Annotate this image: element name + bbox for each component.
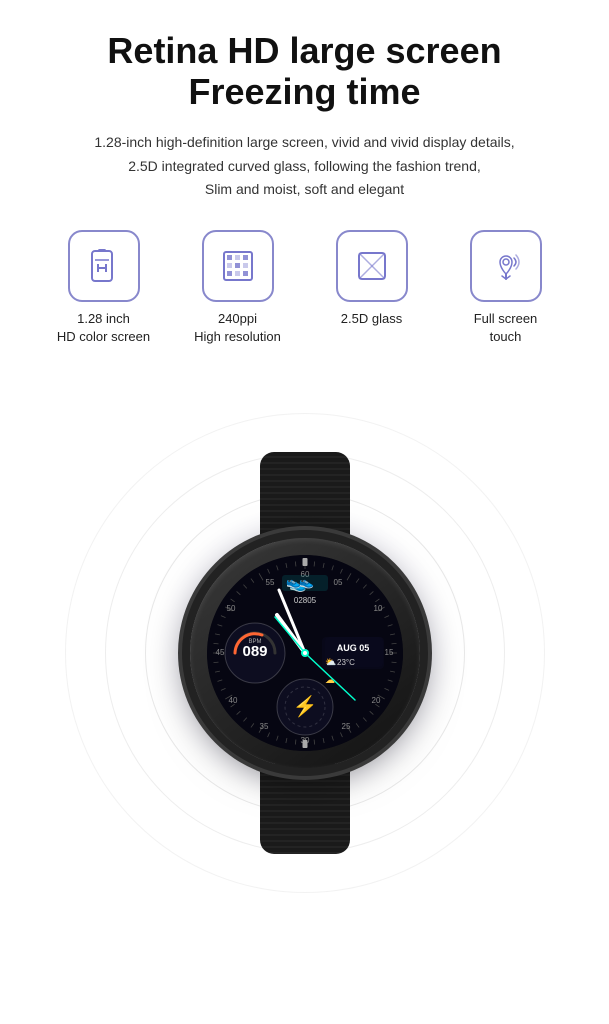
svg-text:25: 25 bbox=[341, 722, 350, 731]
svg-text:⛅: ⛅ bbox=[325, 657, 336, 667]
feature-label-hd-screen: 1.28 inch HD color screen bbox=[57, 310, 150, 346]
title-line2: Freezing time bbox=[188, 71, 420, 112]
watch-section: 👟 ☁ bbox=[20, 383, 589, 923]
svg-text:35: 35 bbox=[259, 722, 268, 731]
feature-label-glass: 2.5D glass bbox=[341, 310, 402, 328]
watch-face: 👟 ☁ bbox=[207, 555, 403, 751]
svg-text:02805: 02805 bbox=[293, 596, 316, 605]
diamond-glass-icon bbox=[352, 246, 392, 286]
ticks-detail-svg: 60 05 10 15 20 25 30 35 40 45 50 55 bbox=[207, 555, 403, 751]
feature-high-res: 240ppi High resolution bbox=[183, 230, 293, 346]
feature-touch: Full screen touch bbox=[451, 230, 561, 346]
watch-screen: 👟 ☁ bbox=[207, 555, 403, 751]
features-row: 1.28 inch HD color screen bbox=[20, 230, 589, 346]
battery-screen-icon bbox=[84, 246, 124, 286]
svg-text:23°C: 23°C bbox=[337, 658, 355, 667]
grid-pattern-icon bbox=[218, 246, 258, 286]
svg-text:👟: 👟 bbox=[299, 575, 314, 589]
svg-text:20: 20 bbox=[371, 696, 380, 705]
title-line1: Retina HD large screen bbox=[107, 30, 501, 71]
svg-text:45: 45 bbox=[215, 648, 224, 657]
strap-bottom bbox=[260, 764, 350, 854]
feature-icon-touch bbox=[470, 230, 542, 302]
feature-glass: 2.5D glass bbox=[317, 230, 427, 328]
svg-text:089: 089 bbox=[242, 643, 267, 660]
svg-text:40: 40 bbox=[228, 696, 237, 705]
feature-label-high-res: 240ppi High resolution bbox=[194, 310, 281, 346]
feature-icon-glass bbox=[336, 230, 408, 302]
svg-text:55: 55 bbox=[265, 578, 274, 587]
page-wrapper: Retina HD large screen Freezing time 1.2… bbox=[0, 0, 609, 943]
svg-text:10: 10 bbox=[373, 604, 382, 613]
svg-text:50: 50 bbox=[226, 604, 235, 613]
feature-label-touch: Full screen touch bbox=[474, 310, 538, 346]
feature-hd-screen: 1.28 inch HD color screen bbox=[49, 230, 159, 346]
main-title: Retina HD large screen Freezing time bbox=[20, 30, 589, 113]
feature-icon-high-res bbox=[202, 230, 274, 302]
feature-icon-hd-screen bbox=[68, 230, 140, 302]
svg-text:05: 05 bbox=[333, 578, 342, 587]
strap-top bbox=[260, 452, 350, 542]
svg-text:15: 15 bbox=[384, 648, 393, 657]
watch-case: 👟 ☁ bbox=[190, 538, 420, 768]
subtitle-text: 1.28-inch high-definition large screen, … bbox=[20, 131, 589, 202]
svg-text:⚡: ⚡ bbox=[292, 694, 317, 718]
hand-touch-icon bbox=[486, 246, 526, 286]
svg-text:AUG 05: AUG 05 bbox=[336, 643, 369, 653]
watch-body: 👟 ☁ bbox=[160, 423, 450, 883]
